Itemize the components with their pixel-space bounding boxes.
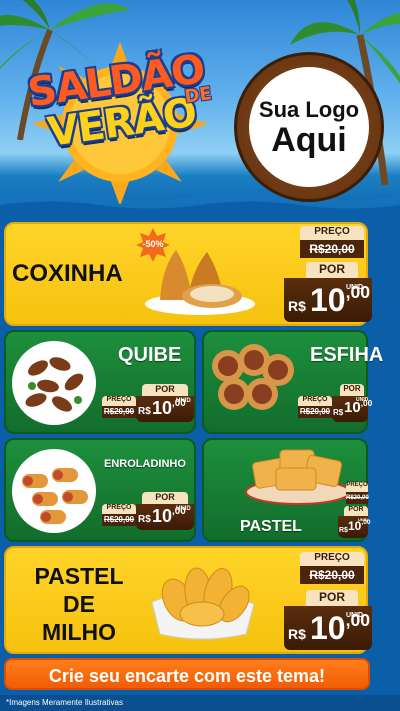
unit-label: UNID [176,506,191,512]
por-label-pastel: POR [344,506,368,516]
old-price-enroladinho: R$20,00 [102,514,136,526]
por-label-enroladinho: POR [142,492,188,504]
logo-text-line2: Aqui [271,121,347,159]
currency-symbol: R$ [138,514,151,525]
coxinha-image [145,250,255,315]
quibe-image [12,341,96,425]
por-label-coxinha: POR [306,262,358,278]
new-price-pastel: R$ 10,00 UNID [338,516,371,538]
product-name-coxinha: COXINHA [12,260,123,287]
logo-text-line1: Sua Logo [258,97,360,122]
hero-banner: SALDÃO VERÃO DE Sua Logo Aqui [0,0,400,225]
por-label-esfiha: POR [340,384,364,396]
logo-placeholder[interactable]: Sua Logo Aqui [234,52,384,202]
create-flyer-button[interactable]: Crie seu encarte com este tema! [4,658,370,690]
new-price-pastel-milho: R$ 10,00 UNID [284,606,372,650]
esfiha-image [212,344,294,410]
por-label-quibe: POR [142,384,188,396]
old-price-coxinha: R$20,00 [300,240,364,258]
old-price-pastel: R$20,00 [346,492,369,504]
currency-symbol: R$ [339,527,348,534]
footer-disclaimer: *Imagens Meramente Ilustrativas [6,698,123,707]
price-label-pastel-milho: PREÇO [300,552,364,566]
unit-label: UNID [356,397,369,403]
price-label-esfiha: PREÇO [298,396,332,406]
unit-label: UNID [176,398,191,404]
unit-label: UNID [358,517,368,522]
unit-label: UNID [346,284,364,291]
product-name-esfiha: ESFIHA [310,344,384,366]
old-price-pastel-milho: R$20,00 [300,566,364,584]
new-price-esfiha: R$ 10,00 UNID [332,396,372,422]
footer: *Imagens Meramente Ilustrativas [0,695,400,711]
currency-symbol: R$ [333,408,344,417]
pastel-image [245,449,351,505]
price-label-quibe: PREÇO [102,396,136,406]
price-label-pastel: PREÇO [346,482,368,492]
new-price-coxinha: R$ 10,00 UNID [284,278,372,322]
por-label-pastel-milho: POR [306,590,358,606]
product-name-quibe: QUIBE [118,344,182,366]
currency-symbol: R$ [288,298,306,314]
enroladinho-image [12,449,96,533]
product-name-enroladinho: ENROLADINHO [104,458,186,470]
title-de: DE [183,83,214,108]
product-name-pastel: PASTEL [240,518,302,535]
new-price-quibe: R$ 10,00 UNID [136,396,194,422]
old-price-esfiha: R$20,00 [298,406,332,418]
old-price-quibe: R$20,00 [102,406,136,418]
new-price-enroladinho: R$ 10,00 UNID [136,504,194,530]
product-name-pastel-milho: PASTEL DE MILHO [34,563,124,645]
pastel-milho-image [151,567,255,640]
price-label-coxinha: PREÇO [300,226,364,240]
price-label-enroladinho: PREÇO [102,504,136,514]
currency-symbol: R$ [288,626,306,642]
currency-symbol: R$ [138,406,151,417]
unit-label: UNID [346,612,364,619]
